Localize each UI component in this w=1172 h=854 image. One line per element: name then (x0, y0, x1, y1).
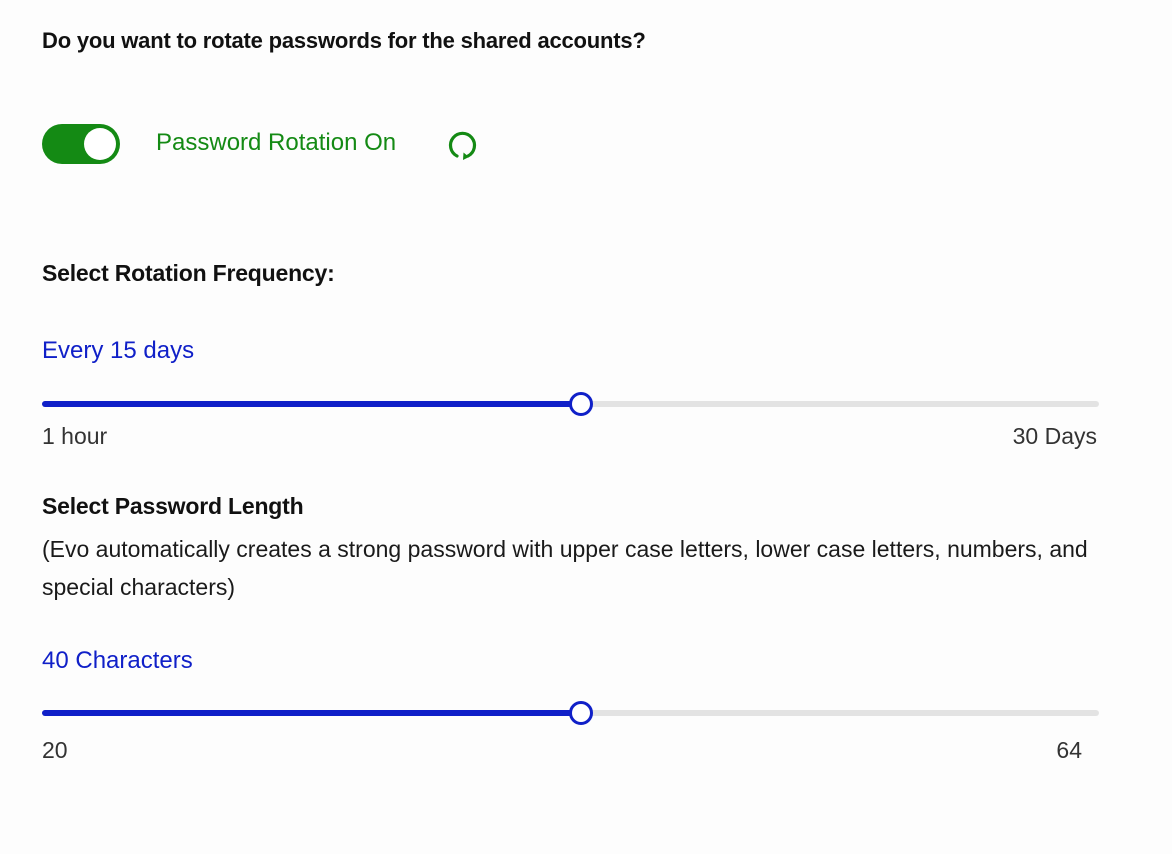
slider-fill (42, 401, 582, 407)
frequency-max-label: 30 Days (1012, 423, 1097, 449)
length-description: (Evo automatically creates a strong pass… (42, 536, 1088, 600)
password-rotation-toggle[interactable] (42, 124, 120, 164)
toggle-knob (84, 128, 116, 160)
refresh-icon (448, 131, 477, 160)
length-min-label: 20 (42, 737, 68, 763)
frequency-title: Select Rotation Frequency: (42, 260, 335, 286)
length-slider[interactable] (42, 699, 1099, 727)
slider-thumb[interactable] (569, 701, 594, 725)
slider-fill (42, 710, 582, 716)
frequency-min-label: 1 hour (42, 423, 108, 449)
toggle-status-label: Password Rotation On (156, 129, 397, 156)
length-value: 40 Characters (42, 647, 193, 674)
frequency-slider[interactable] (42, 390, 1099, 418)
length-max-label: 64 (1056, 737, 1082, 763)
length-title: Select Password Length (42, 493, 304, 519)
rotation-question: Do you want to rotate passwords for the … (42, 28, 646, 53)
frequency-value: Every 15 days (42, 337, 195, 364)
slider-thumb[interactable] (569, 392, 594, 416)
